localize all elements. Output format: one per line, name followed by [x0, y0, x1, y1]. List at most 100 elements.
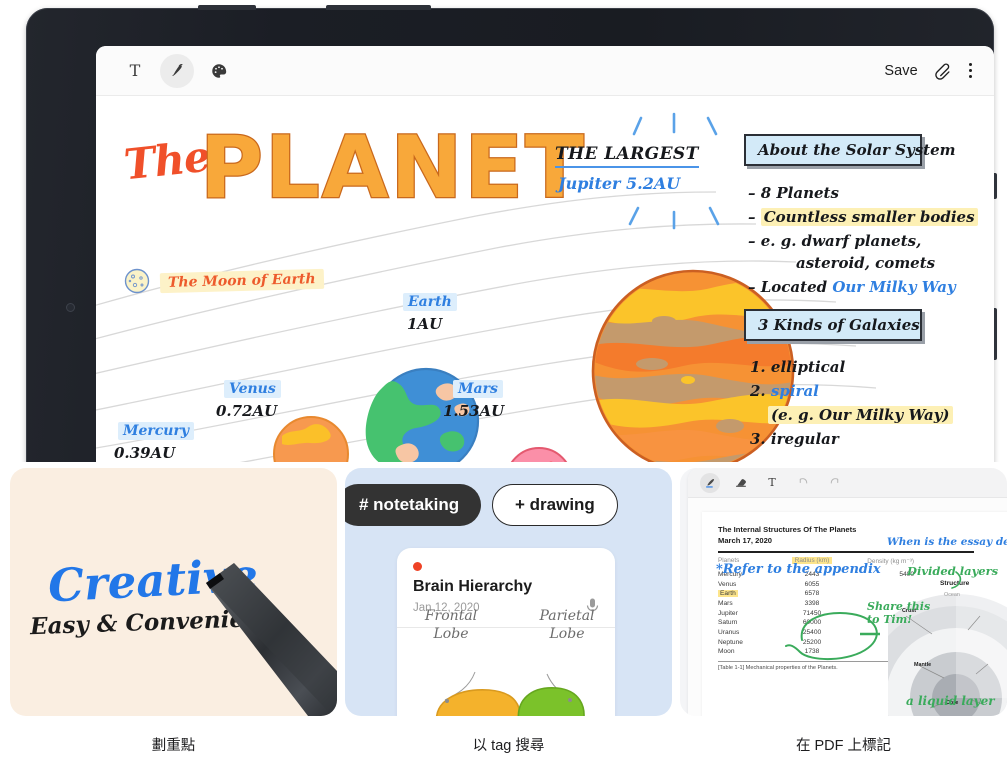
- planet-label-venus: Venus: [224, 380, 281, 398]
- pdf-text-tool-glyph: T: [768, 476, 776, 489]
- annotation-divided-layers: Divided layers: [907, 564, 999, 578]
- structure-label-ocean: Ocean: [944, 592, 960, 598]
- pdf-toolbar: T: [688, 468, 1007, 498]
- note-color-dot: [413, 562, 422, 571]
- brain-label-parietal: Parietal Lobe: [539, 608, 595, 642]
- annotation-liquid-layer: a liquid layer: [906, 694, 995, 708]
- eraser-tool-button[interactable]: [731, 473, 751, 493]
- brain-label-frontal: Frontal Lobe: [424, 608, 478, 642]
- pdf-text-tool-button[interactable]: T: [762, 473, 782, 493]
- solar-line-2: – Countless smaller bodies: [748, 208, 978, 226]
- tag-pill-drawing[interactable]: + drawing: [492, 484, 618, 526]
- largest-heading: THE LARGEST: [555, 144, 699, 168]
- feature-card-pdf-markup[interactable]: T The Internal Structures Of The Planets…: [680, 468, 1007, 755]
- pdf-page[interactable]: The Internal Structures Of The Planets M…: [702, 512, 1007, 716]
- table-cell-planet: Earth: [718, 590, 738, 598]
- pdf-app-window: T The Internal Structures Of The Planets…: [688, 468, 1007, 716]
- table-row: Neptune252001570: [718, 637, 914, 647]
- table-cell-radius: 6055: [804, 580, 820, 588]
- tablet-screen: T Save The PLANET The Moon of Earth Merc…: [96, 46, 994, 462]
- solar-line-1: – 8 Planets: [748, 184, 839, 202]
- front-camera: [66, 303, 75, 312]
- note-canvas[interactable]: The PLANET The Moon of Earth Mercury 0.3…: [96, 96, 994, 462]
- highlighter-icon: [705, 479, 714, 488]
- tag-pill-notetaking[interactable]: # notetaking: [345, 484, 482, 526]
- card-2-artwork: # notetaking + drawing Brain Hierarchy J…: [345, 468, 672, 716]
- table-cell-radius: 71450: [802, 609, 822, 617]
- stylus-pen-icon: [206, 563, 337, 716]
- galaxy-line-4: 3. iregular: [750, 430, 839, 448]
- galaxy-line-3: (e. g. Our Milky Way): [768, 406, 953, 424]
- table-cell-radius: 25200: [802, 638, 822, 646]
- pdf-heading-rule: [718, 551, 974, 553]
- table-cell-radius: 1738: [804, 648, 820, 656]
- annotation-essay-deadline: When is the essay dead: [887, 536, 1007, 548]
- undo-icon: [799, 478, 807, 484]
- feature-card-highlight[interactable]: Creative Easy & Convenient 劃重點: [10, 468, 337, 755]
- table-row: Uranus254001330: [718, 628, 914, 638]
- galaxy-line-2: 2. spiral: [750, 382, 819, 400]
- annotation-refer: *Refer to the appendix: [716, 562, 881, 577]
- table-cell-planet: Mars: [718, 600, 733, 607]
- emphasis-rays: [628, 112, 720, 230]
- planet-label-mars: Mars: [453, 380, 503, 398]
- solar-line-4: asteroid, comets: [796, 254, 936, 272]
- power-button[interactable]: [198, 5, 256, 10]
- table-row: Moon17383340: [718, 647, 914, 657]
- pen-tool-button[interactable]: [160, 53, 194, 88]
- palette-icon: [212, 63, 227, 78]
- redo-icon: [830, 478, 838, 484]
- undo-button[interactable]: [793, 473, 813, 493]
- table-cell-planet: Jupiter: [718, 609, 738, 617]
- table-cell-radius: 6578: [804, 590, 820, 598]
- table-cell-radius: 60000: [802, 619, 822, 627]
- paperclip-icon[interactable]: [934, 61, 953, 80]
- highlighter-tool-button[interactable]: [700, 472, 720, 493]
- volume-button[interactable]: [326, 5, 431, 10]
- note-preview-title: Brain Hierarchy: [413, 578, 533, 595]
- solar-system-box-title: About the Solar System: [758, 141, 956, 159]
- structure-label-mantle: Mantle: [914, 662, 932, 668]
- annotation-share: Share this to Tim!: [867, 600, 931, 627]
- table-cell-planet: Venus: [718, 580, 737, 588]
- planet-mars: [510, 447, 568, 462]
- solar-line-3: – e. g. dwarf planets,: [748, 232, 922, 250]
- planet-distance-venus: 0.72AU: [216, 402, 278, 420]
- kebab-menu-icon[interactable]: [968, 62, 972, 79]
- table-cell-planet: Saturn: [718, 619, 738, 627]
- text-tool-button[interactable]: T: [118, 54, 152, 88]
- save-button[interactable]: Save: [884, 63, 917, 79]
- table-cell-radius: 25400: [802, 629, 822, 637]
- card-2-caption: 以 tag 搜尋: [472, 738, 545, 754]
- planet-distance-earth: 1AU: [407, 315, 443, 333]
- solar-system-box: About the Solar System: [744, 134, 956, 166]
- feature-card-row: Creative Easy & Convenient 劃重點 # notetak…: [0, 468, 1007, 772]
- planet-distance-mercury: 0.39AU: [114, 444, 176, 462]
- tablet-hero-image: T Save The PLANET The Moon of Earth Merc…: [0, 0, 1007, 462]
- eraser-icon: [735, 479, 746, 487]
- feature-card-tag-search[interactable]: # notetaking + drawing Brain Hierarchy J…: [345, 468, 672, 755]
- card-3-caption: 在 PDF 上標記: [795, 738, 892, 754]
- pen-icon: [171, 64, 183, 77]
- table-row: Earth65785517: [718, 589, 914, 599]
- palette-tool-button[interactable]: [202, 54, 236, 88]
- galaxy-line-1: 1. elliptical: [750, 358, 846, 376]
- tablet-frame: T Save The PLANET The Moon of Earth Merc…: [26, 5, 997, 462]
- table-row: Venus60555246: [718, 579, 914, 589]
- galaxies-box-title: 3 Kinds of Galaxies: [758, 316, 920, 334]
- card-1-caption: 劃重點: [151, 738, 196, 754]
- galaxies-box: 3 Kinds of Galaxies: [744, 309, 922, 341]
- largest-subtext: Jupiter 5.2AU: [558, 174, 681, 193]
- planet-venus: [273, 416, 349, 462]
- planet-label-earth: Earth: [403, 293, 457, 311]
- solar-line-5: – Located Our Milky Way: [748, 278, 956, 296]
- text-tool-glyph: T: [129, 61, 141, 80]
- table-cell-planet: Moon: [718, 648, 735, 656]
- planet-distance-mars: 1.53AU: [443, 402, 505, 420]
- table-cell-planet: Neptune: [718, 638, 743, 646]
- note-app-toolbar: T Save: [96, 46, 994, 96]
- table-cell-planet: Uranus: [718, 629, 740, 637]
- card-3-artwork: T The Internal Structures Of The Planets…: [680, 468, 1007, 716]
- table-cell-radius: 3398: [804, 600, 820, 607]
- redo-button[interactable]: [824, 473, 844, 493]
